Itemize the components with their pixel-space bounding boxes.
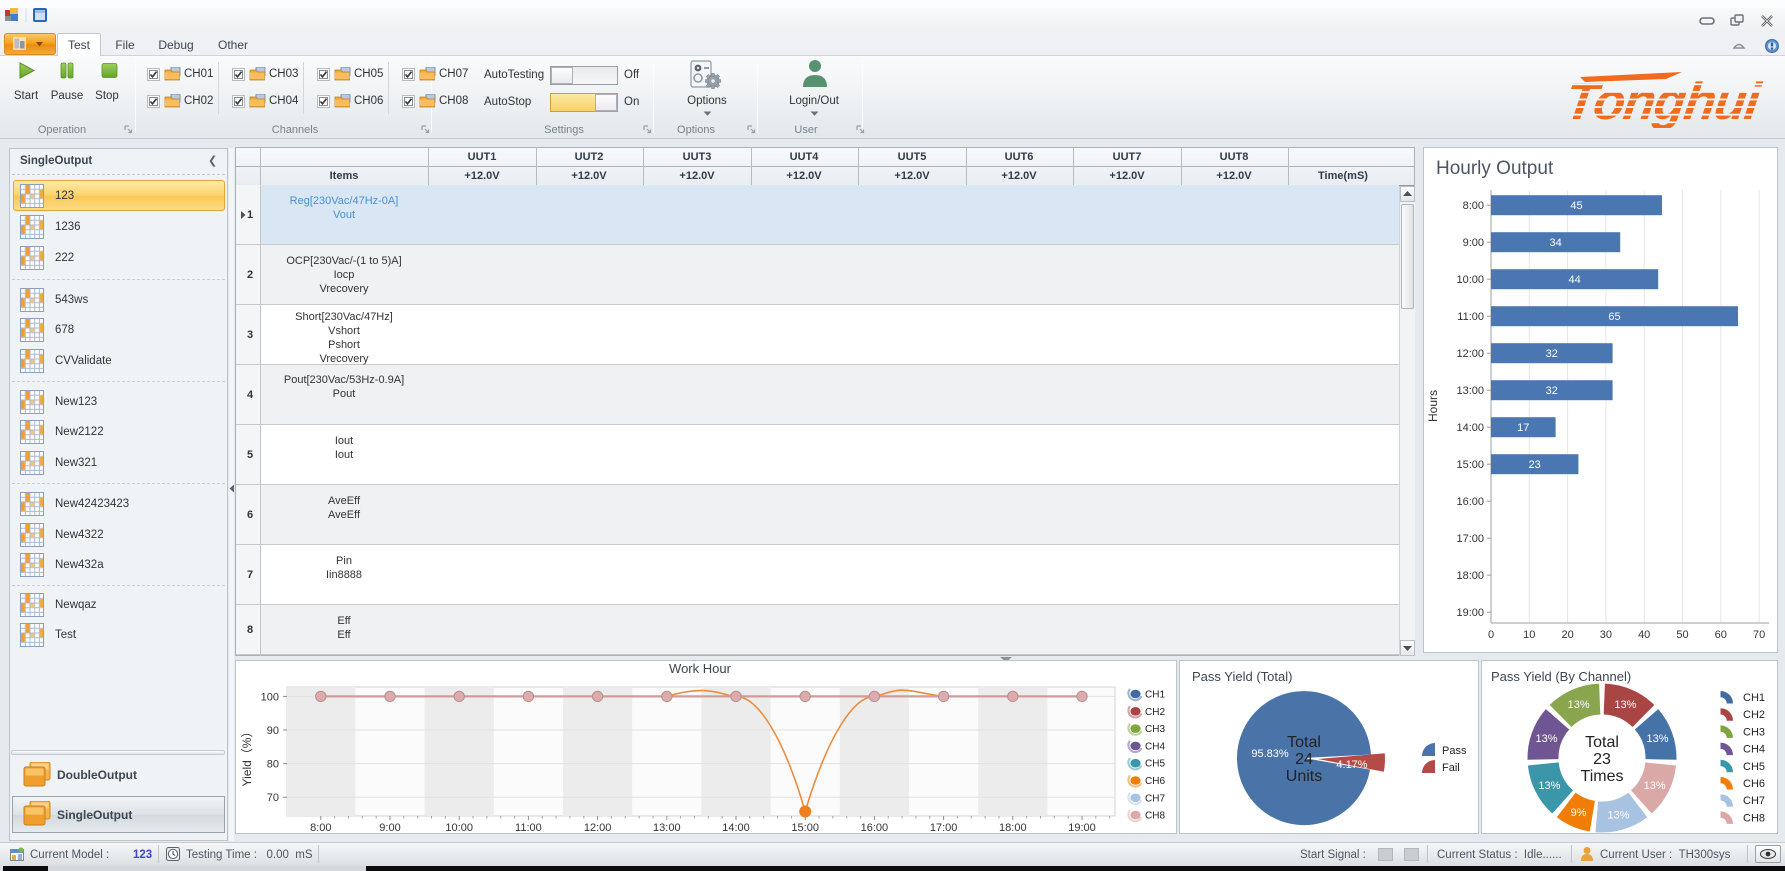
svg-text:9%: 9% xyxy=(1571,807,1587,819)
svg-text:17:00: 17:00 xyxy=(1456,533,1484,545)
svg-text:8:00: 8:00 xyxy=(310,822,331,834)
svg-text:13:00: 13:00 xyxy=(1456,385,1484,397)
svg-text:34: 34 xyxy=(1549,237,1561,249)
svg-text:8:00: 8:00 xyxy=(1463,200,1484,212)
svg-text:Total: Total xyxy=(1585,734,1619,751)
svg-text:CH2: CH2 xyxy=(1743,709,1765,721)
svg-text:14:00: 14:00 xyxy=(1456,422,1484,434)
svg-text:11:00: 11:00 xyxy=(1457,311,1484,323)
svg-text:CH6: CH6 xyxy=(1743,778,1765,790)
svg-text:19:00: 19:00 xyxy=(1068,822,1096,834)
svg-text:70: 70 xyxy=(267,792,279,804)
svg-text:13%: 13% xyxy=(1646,733,1668,745)
svg-text:Times: Times xyxy=(1581,768,1624,785)
svg-text:40: 40 xyxy=(1638,629,1650,641)
svg-text:65: 65 xyxy=(1608,311,1620,323)
svg-text:13%: 13% xyxy=(1568,699,1590,711)
svg-text:CH8: CH8 xyxy=(1145,811,1165,822)
svg-text:16:00: 16:00 xyxy=(861,822,889,834)
svg-text:Total: Total xyxy=(1287,734,1321,751)
svg-text:13%: 13% xyxy=(1614,699,1636,711)
svg-text:CH1: CH1 xyxy=(1743,692,1765,704)
svg-text:32: 32 xyxy=(1546,385,1558,397)
svg-text:9:00: 9:00 xyxy=(379,822,400,834)
svg-text:CH5: CH5 xyxy=(1743,761,1765,773)
svg-text:CH4: CH4 xyxy=(1145,741,1165,752)
svg-text:10: 10 xyxy=(1523,629,1535,641)
svg-text:Pass: Pass xyxy=(1442,745,1467,757)
svg-text:11:00: 11:00 xyxy=(515,822,542,834)
svg-text:13%: 13% xyxy=(1607,810,1629,822)
svg-text:70: 70 xyxy=(1753,629,1765,641)
svg-text:9:00: 9:00 xyxy=(1463,237,1484,249)
svg-text:CH3: CH3 xyxy=(1145,724,1165,735)
svg-text:13%: 13% xyxy=(1644,780,1666,792)
svg-text:44: 44 xyxy=(1568,274,1580,286)
svg-text:10:00: 10:00 xyxy=(1456,274,1484,286)
svg-text:17:00: 17:00 xyxy=(930,822,958,834)
svg-text:20: 20 xyxy=(1561,629,1573,641)
svg-text:CH6: CH6 xyxy=(1145,776,1165,787)
svg-text:CH7: CH7 xyxy=(1743,795,1765,807)
svg-text:19:00: 19:00 xyxy=(1456,607,1484,619)
svg-text:Hours: Hours xyxy=(1426,390,1440,422)
svg-text:17: 17 xyxy=(1517,422,1529,434)
svg-text:CH2: CH2 xyxy=(1145,707,1165,718)
svg-text:Pass Yield (By Channel): Pass Yield (By Channel) xyxy=(1491,669,1631,684)
svg-text:16:00: 16:00 xyxy=(1456,496,1484,508)
svg-text:18:00: 18:00 xyxy=(1456,570,1484,582)
svg-text:CH8: CH8 xyxy=(1743,812,1765,824)
svg-text:30: 30 xyxy=(1600,629,1612,641)
svg-text:Hourly Output: Hourly Output xyxy=(1436,158,1554,179)
svg-text:18:00: 18:00 xyxy=(999,822,1027,834)
svg-text:14:00: 14:00 xyxy=(722,822,750,834)
svg-text:Units: Units xyxy=(1286,768,1322,785)
svg-text:90: 90 xyxy=(267,725,279,737)
svg-text:24: 24 xyxy=(1295,751,1313,768)
svg-text:CH7: CH7 xyxy=(1145,793,1165,804)
svg-text:23: 23 xyxy=(1593,751,1611,768)
svg-text:CH3: CH3 xyxy=(1743,726,1765,738)
svg-text:32: 32 xyxy=(1546,348,1558,360)
svg-text:15:00: 15:00 xyxy=(791,822,819,834)
svg-text:13%: 13% xyxy=(1538,780,1560,792)
svg-text:10:00: 10:00 xyxy=(445,822,473,834)
svg-text:45: 45 xyxy=(1570,200,1582,212)
svg-text:12:00: 12:00 xyxy=(584,822,612,834)
svg-text:80: 80 xyxy=(267,759,279,771)
svg-text:0: 0 xyxy=(1488,629,1494,641)
svg-text:23: 23 xyxy=(1529,459,1541,471)
svg-text:Tonghui: Tonghui xyxy=(1561,73,1765,128)
svg-text:Pass Yield (Total): Pass Yield (Total) xyxy=(1192,669,1292,684)
svg-text:Work Hour: Work Hour xyxy=(669,661,732,676)
svg-text:13:00: 13:00 xyxy=(653,822,681,834)
svg-text:50: 50 xyxy=(1676,629,1688,641)
svg-text:60: 60 xyxy=(1715,629,1727,641)
svg-text:CH4: CH4 xyxy=(1743,744,1765,756)
svg-text:CH1: CH1 xyxy=(1145,690,1165,701)
svg-text:15:00: 15:00 xyxy=(1456,459,1484,471)
svg-text:13%: 13% xyxy=(1535,733,1557,745)
svg-text:Yield（%）: Yield（%） xyxy=(240,726,254,787)
svg-text:Fail: Fail xyxy=(1442,762,1460,774)
svg-text:4.17%: 4.17% xyxy=(1336,759,1367,771)
svg-text:12:00: 12:00 xyxy=(1456,348,1484,360)
svg-text:95.83%: 95.83% xyxy=(1251,748,1289,760)
svg-text:100: 100 xyxy=(261,691,279,703)
svg-text:CH5: CH5 xyxy=(1145,759,1165,770)
